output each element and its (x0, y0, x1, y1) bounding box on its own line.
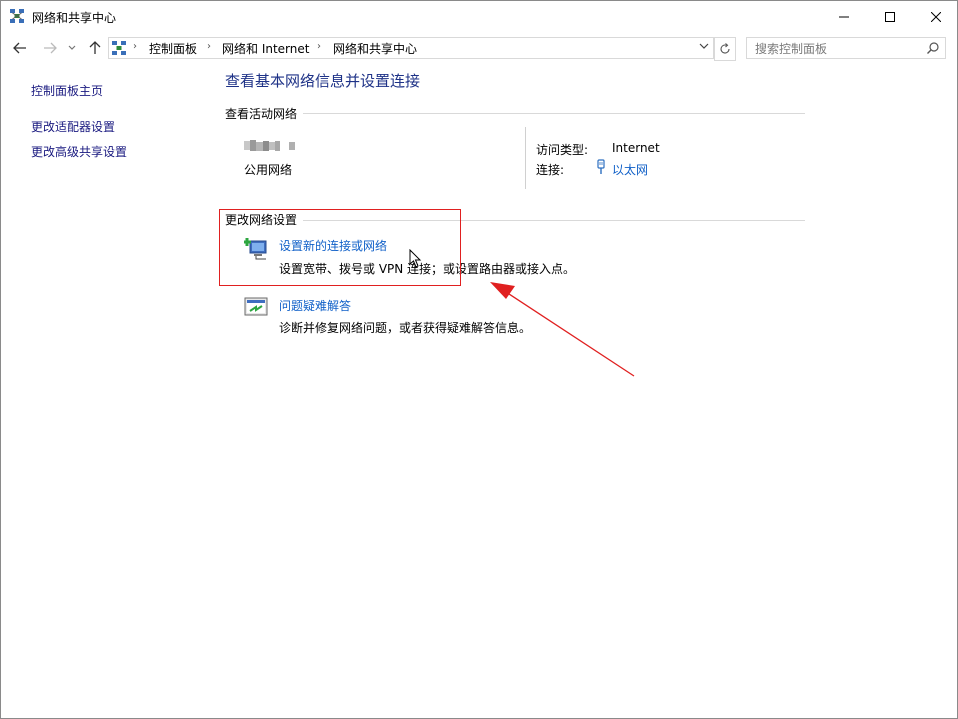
blurred-network-name (244, 140, 295, 151)
troubleshoot-link[interactable]: 问题疑难解答 (279, 297, 351, 314)
vertical-divider (525, 127, 526, 189)
maximize-icon (885, 11, 895, 22)
troubleshoot-description: 诊断并修复网络问题，或者获得疑难解答信息。 (279, 321, 532, 335)
change-settings-heading: 更改网络设置 (225, 213, 298, 227)
arrow-right-icon (44, 42, 57, 54)
breadcrumb-control-panel[interactable]: 控制面板 (149, 40, 197, 57)
title-bar: 网络和共享中心 (1, 1, 957, 32)
active-networks-heading: 查看活动网络 (225, 107, 298, 121)
breadcrumb-network-internet[interactable]: 网络和 Internet (222, 40, 309, 57)
address-bar[interactable]: › 控制面板 › 网络和 Internet › 网络和共享中心 (108, 37, 714, 59)
sidebar-item-change-advanced-sharing[interactable]: 更改高级共享设置 (31, 143, 127, 160)
arrow-left-icon (13, 42, 26, 54)
breadcrumb-separator-icon[interactable]: › (133, 41, 137, 52)
ethernet-icon[interactable] (596, 159, 606, 175)
section-divider (303, 113, 805, 114)
arrow-up-icon (89, 41, 101, 54)
minimize-icon (839, 16, 849, 17)
sidebar-item-change-adapter-settings[interactable]: 更改适配器设置 (31, 118, 115, 135)
refresh-icon (720, 43, 730, 54)
network-sharing-center-window: 网络和共享中心 › 控制面板 › 网络和 Internet › 网络和共享中心 … (0, 0, 958, 719)
new-connection-icon[interactable] (244, 236, 270, 260)
network-type: 公用网络 (244, 163, 293, 177)
search-input[interactable] (753, 39, 922, 59)
connections-label: 连接: (536, 163, 565, 177)
back-button[interactable] (9, 38, 31, 58)
forward-button[interactable] (39, 38, 61, 58)
recent-locations-button[interactable] (65, 38, 79, 58)
breadcrumb-separator-icon[interactable]: › (207, 41, 211, 52)
access-type-label: 访问类型: (536, 143, 589, 157)
page-title: 查看基本网络信息并设置连接 (225, 72, 421, 90)
annotation-arrow (490, 282, 635, 377)
sidebar-item-control-panel-home[interactable]: 控制面板主页 (31, 82, 103, 99)
close-button[interactable] (913, 1, 957, 32)
network-center-icon (10, 9, 24, 23)
address-dropdown-icon[interactable] (699, 40, 709, 53)
breadcrumb-network-sharing-center[interactable]: 网络和共享中心 (333, 40, 417, 57)
search-icon[interactable] (926, 41, 940, 55)
breadcrumb-separator-icon[interactable]: › (317, 41, 321, 52)
close-icon (931, 11, 941, 22)
maximize-button[interactable] (867, 1, 913, 32)
search-box[interactable] (746, 37, 946, 59)
window-title: 网络和共享中心 (32, 11, 117, 25)
setup-new-connection-description: 设置宽带、拨号或 VPN 连接；或设置路由器或接入点。 (279, 262, 576, 276)
setup-new-connection-link[interactable]: 设置新的连接或网络 (279, 237, 387, 254)
ethernet-connection-link[interactable]: 以太网 (612, 161, 648, 178)
access-type-value: Internet (612, 141, 660, 155)
control-panel-icon (112, 41, 126, 55)
chevron-down-icon (68, 45, 76, 50)
refresh-button[interactable] (714, 37, 736, 61)
minimize-button[interactable] (821, 1, 867, 32)
troubleshoot-icon[interactable] (244, 295, 270, 319)
up-button[interactable] (85, 38, 105, 58)
section-divider (303, 220, 805, 221)
